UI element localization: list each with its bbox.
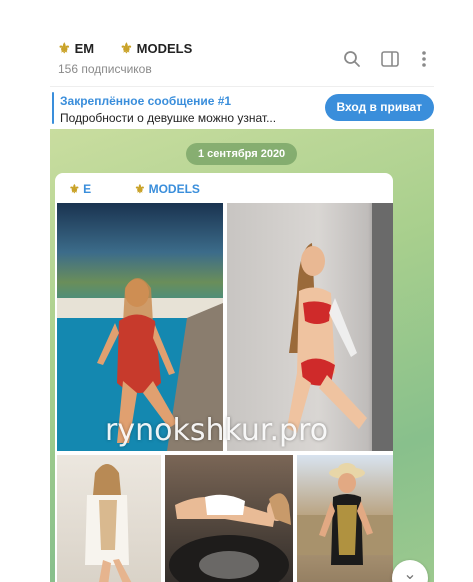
date-separator: 1 сентября 2020: [186, 143, 298, 165]
pinned-message-bar[interactable]: Закреплённое сообщение #1 Подробности о …: [50, 86, 434, 130]
photo-4[interactable]: [165, 455, 293, 582]
more-vert-icon[interactable]: [413, 48, 435, 70]
pinned-title: Закреплённое сообщение #1: [60, 94, 232, 108]
subscriber-count: 156 подписчиков: [58, 62, 152, 76]
channel-title[interactable]: ⚜ EM ⚜ MODELS: [58, 40, 192, 57]
private-access-button[interactable]: Вход в приват: [324, 94, 434, 121]
search-icon[interactable]: [341, 48, 363, 70]
fleur-de-lis-icon: ⚜: [134, 182, 146, 196]
watermark: rynokshkur.pro: [105, 413, 329, 448]
channel-title-part1: EM: [74, 41, 95, 56]
scroll-down-button[interactable]: ⌄: [392, 560, 428, 582]
fleur-de-lis-icon: ⚜: [120, 40, 133, 56]
fleur-de-lis-icon: ⚜: [69, 182, 80, 196]
channel-header: ⚜ EM ⚜ MODELS 156 подписчиков: [0, 0, 473, 84]
fleur-de-lis-icon: ⚜: [58, 40, 71, 56]
chevron-down-icon: ⌄: [403, 566, 417, 582]
channel-title-part2: MODELS: [136, 41, 193, 56]
pinned-indicator: [52, 92, 54, 124]
message-bubble[interactable]: ⚜ E ⚜ MODELS: [55, 173, 393, 582]
pinned-text: Подробности о девушке можно узнат...: [60, 111, 277, 125]
chat-area: 1 сентября 2020 ⚜ E ⚜ MODELS ⌄: [50, 129, 434, 582]
sender-part1: E: [83, 182, 92, 196]
sender-part2: MODELS: [148, 182, 200, 196]
photo-5[interactable]: [297, 455, 393, 582]
photo-3[interactable]: [57, 455, 161, 582]
sidebar-toggle-icon[interactable]: [379, 48, 401, 70]
message-sender[interactable]: ⚜ E ⚜ MODELS: [69, 182, 200, 196]
